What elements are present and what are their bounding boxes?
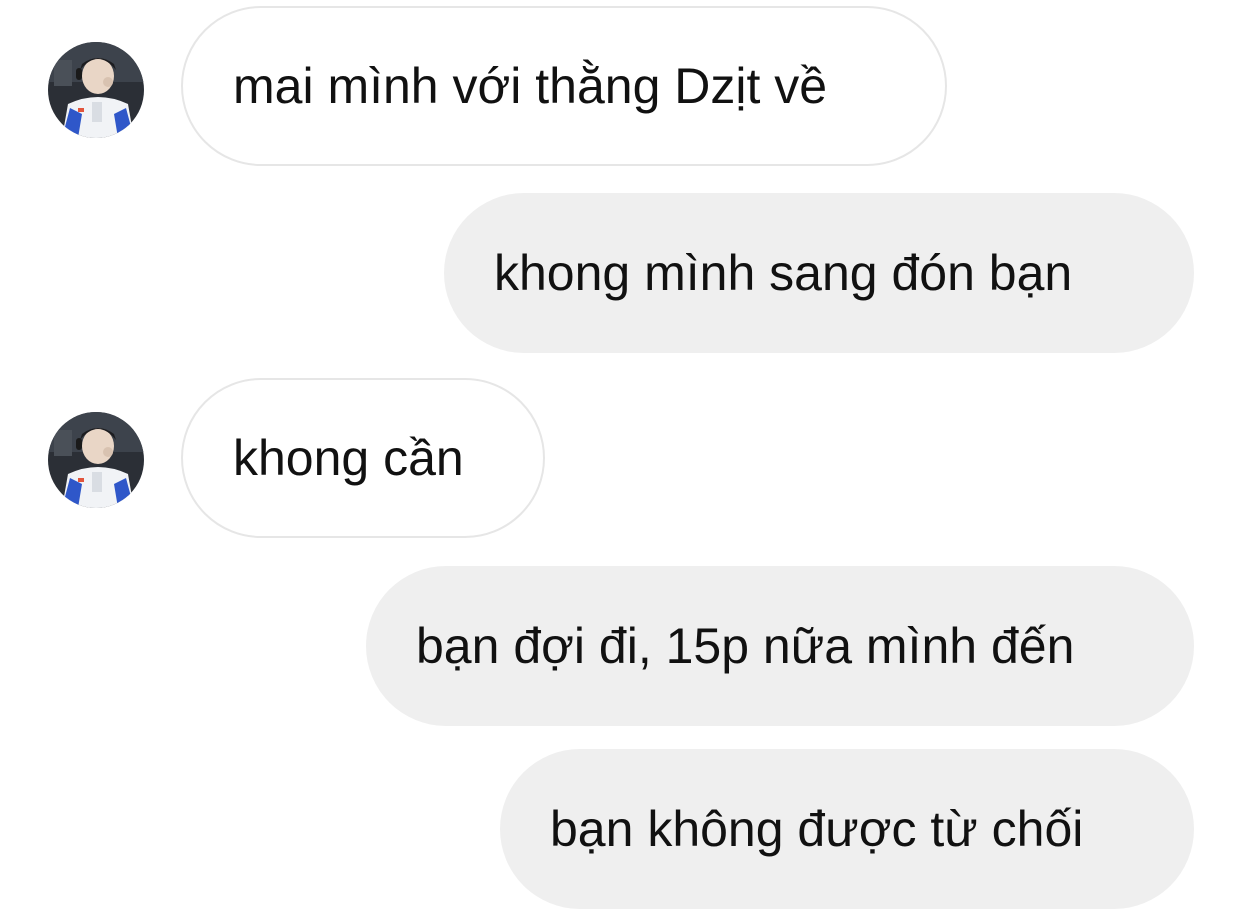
outgoing-message-bubble[interactable]: khong mình sang đón bạn [444,193,1194,353]
message-row-incoming: mai mình với thằng Dzịt về [0,6,1242,170]
message-text: mai mình với thằng Dzịt về [233,58,828,114]
sender-avatar[interactable] [48,412,144,508]
message-text: khong cần [233,430,464,486]
message-text: bạn đợi đi, 15p nữa mình đến [416,618,1075,674]
profile-photo-icon [48,412,144,508]
incoming-message-bubble[interactable]: khong cần [181,378,545,538]
outgoing-message-bubble[interactable]: bạn không được từ chối [500,749,1194,909]
message-text: khong mình sang đón bạn [494,245,1073,301]
outgoing-message-bubble[interactable]: bạn đợi đi, 15p nữa mình đến [366,566,1194,726]
message-row-incoming: khong cần [0,378,1242,542]
incoming-message-bubble[interactable]: mai mình với thằng Dzịt về [181,6,947,166]
message-row-outgoing: bạn đợi đi, 15p nữa mình đến [0,566,1242,730]
message-row-outgoing: bạn không được từ chối [0,749,1242,913]
sender-avatar[interactable] [48,42,144,138]
message-text: bạn không được từ chối [550,801,1084,857]
profile-photo-icon [48,42,144,138]
message-row-outgoing: khong mình sang đón bạn [0,193,1242,357]
